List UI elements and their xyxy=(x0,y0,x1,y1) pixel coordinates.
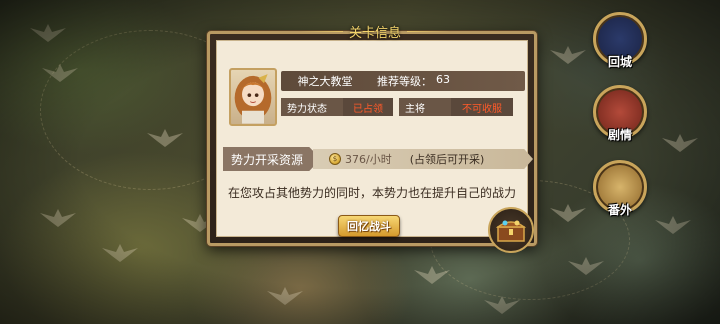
title-divider xyxy=(300,30,343,32)
treasure-chest-icon xyxy=(496,220,526,242)
stage-info-dialog: 神之大教堂 推荐等级： 63 势力状态 已占领 主将 不可收服 势力开采资源 $… xyxy=(207,31,537,246)
portrait-avatar-icon xyxy=(234,74,272,124)
general-value: 不可收服 xyxy=(451,98,513,116)
faction-status-label: 势力状态 xyxy=(281,98,343,116)
recommend-value: 63 xyxy=(436,73,450,86)
story-label: 剧情 xyxy=(607,128,632,142)
resource-note: (占领后可开采) xyxy=(409,153,485,166)
stage-name: 神之大教堂 xyxy=(297,75,353,88)
recommend-level: 推荐等级： 63 xyxy=(377,73,450,89)
resource-bar: $ 376/小时 (占领后可开采) xyxy=(313,149,533,169)
return-city-label: 回城 xyxy=(607,55,632,69)
return-city-button[interactable]: 回城 xyxy=(593,12,647,69)
general-label: 主将 xyxy=(399,98,451,116)
coin-icon: $ xyxy=(329,153,342,165)
resource-tag: 势力开采资源 xyxy=(223,147,322,171)
faction-status: 势力状态 已占领 xyxy=(281,98,393,116)
extra-button[interactable]: 番外 xyxy=(593,160,647,217)
general-portrait xyxy=(229,68,277,126)
dialog-title: 关卡信息 xyxy=(349,25,402,41)
stage-description: 在您攻占其他势力的同时，本势力也在提升自己的战力 xyxy=(227,186,516,200)
story-button[interactable]: 剧情 xyxy=(593,85,647,142)
stage-name-bar: 神之大教堂 推荐等级： 63 xyxy=(281,71,525,91)
recommend-label: 推荐等级： xyxy=(377,75,432,88)
replay-battle-button[interactable]: 回忆战斗 xyxy=(338,215,400,237)
resource-row: 势力开采资源 $ 376/小时 (占领后可开采) xyxy=(223,147,533,171)
stats-row: 势力状态 已占领 主将 不可收服 xyxy=(281,98,525,116)
general-status: 主将 不可收服 xyxy=(399,98,513,116)
title-divider xyxy=(407,30,451,32)
treasure-chest-button[interactable] xyxy=(488,207,534,253)
extra-label: 番外 xyxy=(607,203,632,217)
dialog-body: 神之大教堂 推荐等级： 63 势力状态 已占领 主将 不可收服 势力开采资源 $… xyxy=(216,40,533,237)
dialog-title-bar: 关卡信息 xyxy=(300,22,451,41)
faction-status-value: 已占领 xyxy=(343,98,393,116)
resource-rate: 376/小时 xyxy=(345,153,392,166)
